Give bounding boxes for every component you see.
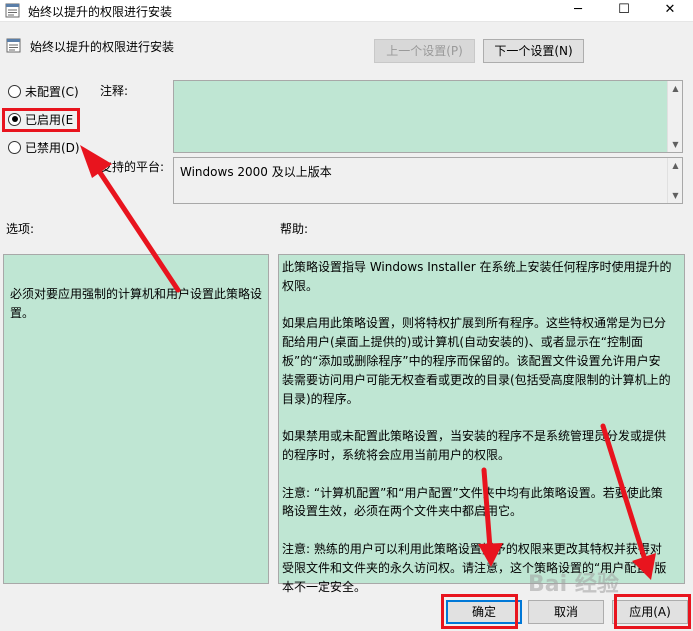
arrow-head-ok — [478, 543, 503, 567]
arrow-to-ok — [481, 467, 493, 551]
arrow-to-enabled — [92, 162, 181, 293]
arrow-to-apply — [600, 423, 648, 563]
arrow-head-apply — [632, 553, 656, 580]
arrow-head-enabled — [80, 145, 112, 178]
annotation-arrows — [80, 145, 656, 580]
